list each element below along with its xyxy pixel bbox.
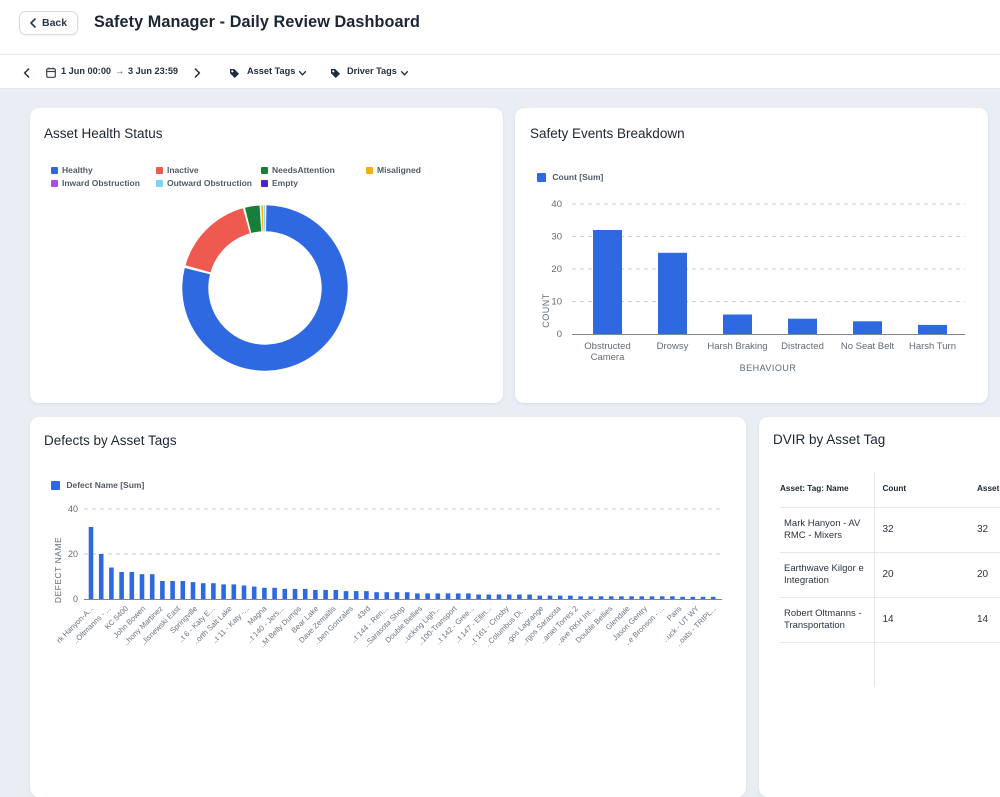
svg-text:Camera: Camera: [591, 352, 626, 363]
svg-text:BEHAVIOUR: BEHAVIOUR: [740, 363, 797, 373]
svg-text:No Seat Belt: No Seat Belt: [841, 341, 895, 352]
svg-text:40: 40: [551, 199, 562, 210]
svg-text:0: 0: [73, 594, 78, 604]
svg-text:20: 20: [551, 264, 562, 275]
svg-text:COUNT: COUNT: [541, 293, 551, 328]
svg-text:20: 20: [68, 549, 78, 559]
svg-text:DEFECT NAME: DEFECT NAME: [53, 537, 63, 603]
svg-text:Harsh Braking: Harsh Braking: [707, 341, 767, 352]
svg-text:Distracted: Distracted: [781, 341, 824, 352]
svg-text:Obstructed: Obstructed: [584, 341, 630, 352]
svg-text:Harsh Turn: Harsh Turn: [909, 341, 956, 352]
svg-text:0: 0: [557, 329, 562, 340]
svg-text:Drowsy: Drowsy: [657, 341, 689, 352]
svg-text:10: 10: [551, 297, 562, 308]
svg-text:30: 30: [551, 232, 562, 243]
svg-text:40: 40: [68, 504, 78, 514]
